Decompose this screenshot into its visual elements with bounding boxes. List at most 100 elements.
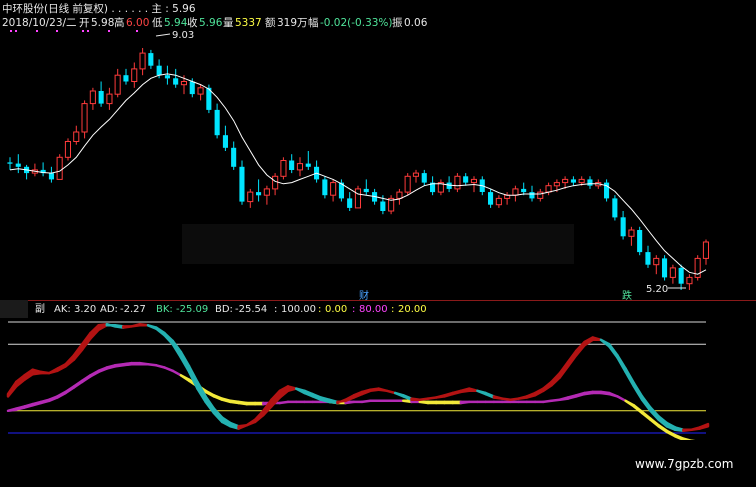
candle-body bbox=[148, 53, 154, 66]
candle-body bbox=[64, 141, 72, 158]
sub-bk-label: BK: bbox=[156, 304, 173, 315]
candle-body bbox=[653, 257, 660, 266]
candle-body bbox=[180, 81, 187, 86]
sub-pane-tab[interactable] bbox=[0, 300, 28, 318]
candle-body bbox=[256, 192, 262, 196]
price-pane-mask-middle bbox=[182, 224, 574, 264]
candle-body bbox=[164, 75, 170, 79]
candle-body bbox=[106, 93, 113, 105]
sub-level20-label: : bbox=[391, 304, 394, 315]
candle-body bbox=[15, 163, 21, 167]
bk-bd-band-segment bbox=[410, 399, 422, 404]
chart-canvas: 中环股份(日线 前复权) . . . . . . 主 : 5.96 2018/1… bbox=[0, 0, 756, 487]
vol-label: 量 bbox=[223, 17, 234, 29]
candle-body bbox=[89, 90, 96, 105]
candle-body bbox=[98, 91, 104, 104]
candle-body bbox=[296, 163, 303, 171]
candle-body bbox=[537, 191, 544, 199]
candle-body bbox=[131, 68, 138, 83]
candle-body bbox=[645, 252, 651, 265]
candle-body bbox=[463, 176, 469, 183]
candle-body bbox=[330, 182, 337, 196]
sub-ak-value: 3.20 bbox=[74, 304, 96, 315]
candle-body bbox=[512, 188, 519, 196]
candle-body bbox=[678, 267, 684, 284]
ak-ad-band-segment bbox=[410, 397, 422, 401]
amt-value: 319万 bbox=[277, 17, 308, 29]
candle-body bbox=[123, 75, 129, 82]
candle-body bbox=[280, 160, 287, 177]
candle-body bbox=[637, 230, 643, 253]
sub-level0-value: 0.00 bbox=[325, 304, 347, 315]
candle-body bbox=[421, 173, 427, 183]
ak-ad-band-segment bbox=[39, 370, 51, 375]
sub-ak-label: AK: bbox=[54, 304, 71, 315]
candle-body bbox=[173, 78, 179, 85]
candle-body bbox=[247, 191, 254, 203]
candle-body bbox=[139, 52, 146, 70]
candle-body bbox=[545, 185, 552, 193]
candle-body bbox=[81, 103, 88, 133]
candle-body bbox=[470, 178, 477, 184]
candle-body bbox=[662, 258, 668, 278]
change-label: 幅 bbox=[308, 16, 319, 29]
high-value: 6.00 bbox=[126, 17, 149, 29]
close-label: 收 bbox=[187, 16, 198, 29]
quote-date: 2018/10/23/二 bbox=[2, 17, 77, 29]
sub-bk-value: -25.09 bbox=[176, 304, 208, 315]
change-value: -0.02(-0.33%) bbox=[320, 17, 393, 29]
candle-body bbox=[347, 198, 353, 208]
candle-body bbox=[620, 217, 626, 237]
candle-body bbox=[612, 198, 618, 218]
stock-title: 中环股份(日线 前复权) . . . . . . 主 : 5.96 bbox=[2, 2, 196, 15]
candle-body bbox=[380, 201, 386, 211]
sub-title: 副 bbox=[35, 303, 45, 315]
bk-bd-band-segment bbox=[550, 398, 562, 403]
sub-bd-label: BD: bbox=[215, 304, 233, 315]
bk-bd-band-segment bbox=[344, 400, 356, 405]
sub-level80-value: 80.00 bbox=[359, 304, 388, 315]
candle-body bbox=[553, 182, 560, 187]
high-label: 高 bbox=[114, 16, 125, 29]
candle-body bbox=[263, 188, 270, 196]
sub-level20-value: 20.00 bbox=[398, 304, 427, 315]
sub-level100-label: : bbox=[274, 304, 277, 315]
candle-body bbox=[239, 166, 245, 202]
candle-body bbox=[412, 172, 419, 177]
candle-body bbox=[363, 188, 369, 193]
candle-body bbox=[529, 192, 535, 199]
ak-ad-band-segment bbox=[500, 397, 512, 401]
candle-body bbox=[56, 156, 63, 180]
vol-value: 5337 bbox=[235, 17, 262, 29]
open-label: 开 bbox=[79, 17, 90, 29]
candle-body bbox=[446, 182, 452, 189]
candle-body bbox=[222, 135, 228, 148]
sub-ad-label: AD: bbox=[100, 304, 118, 315]
sub-level80-label: : bbox=[352, 304, 355, 315]
high-price-annotation: 9.03 bbox=[172, 30, 194, 41]
candle-body bbox=[454, 175, 461, 190]
candle-body bbox=[197, 87, 204, 95]
candle-body bbox=[231, 147, 237, 167]
candle-body bbox=[354, 188, 361, 209]
candle-body bbox=[578, 178, 585, 184]
open-value: 5.98 bbox=[91, 17, 114, 29]
candle-body bbox=[686, 276, 693, 285]
candle-body bbox=[669, 267, 676, 278]
candle-body bbox=[404, 175, 411, 193]
candle-body bbox=[495, 197, 502, 206]
quote-line: 2018/10/23/二 开 5.98 高 6.00 低 5.94 收 5.96… bbox=[2, 16, 431, 29]
candle-body bbox=[488, 192, 494, 205]
watermark-text: www.7gpzb.com bbox=[635, 457, 733, 471]
candle-body bbox=[702, 241, 710, 259]
amt-label: 额 bbox=[265, 16, 276, 29]
candle-body bbox=[189, 81, 195, 95]
sub-level0-label: : bbox=[318, 304, 321, 315]
price-pane-mask-top bbox=[428, 0, 756, 112]
candle-body bbox=[272, 175, 279, 190]
candle-body bbox=[562, 178, 569, 184]
candle-body bbox=[396, 191, 403, 199]
candle-body bbox=[48, 173, 54, 180]
low-label: 低 bbox=[152, 16, 163, 29]
candle-body bbox=[156, 65, 162, 76]
